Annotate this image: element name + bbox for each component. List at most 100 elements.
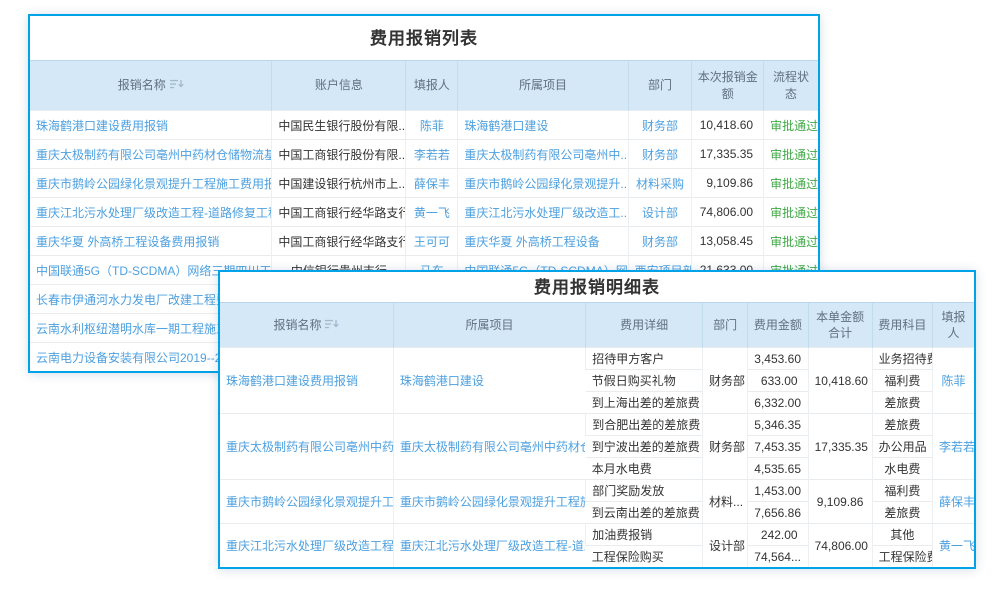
reporter-link[interactable]: 黄一飞 bbox=[406, 198, 458, 227]
status-badge[interactable]: 审批通过 bbox=[764, 227, 818, 256]
column-header: 所属项目 bbox=[393, 303, 585, 348]
project-link[interactable]: 重庆太极制药有限公司亳州中... bbox=[458, 140, 628, 169]
column-header-label: 所属项目 bbox=[519, 78, 567, 92]
column-header-label: 报销名称 bbox=[273, 318, 321, 332]
column-header: 所属项目 bbox=[458, 61, 628, 111]
sort-icon[interactable] bbox=[170, 79, 184, 90]
expense-amount-cell: 7,656.86 bbox=[748, 502, 808, 524]
reporter-link[interactable]: 陈菲 bbox=[932, 348, 974, 414]
table-row: 重庆市鹅岭公园绿化景观提升工程施工费用报销中国建设银行杭州市上...薛保丰重庆市… bbox=[30, 169, 818, 198]
expense-amount-cell: 74,564... bbox=[748, 546, 808, 568]
amount-cell: 74,806.00 bbox=[692, 198, 764, 227]
project-link[interactable]: 珠海鹤港口建设 bbox=[393, 348, 585, 414]
reporter-link[interactable]: 薛保丰 bbox=[406, 169, 458, 198]
reimbursement-name-link[interactable]: 重庆江北污水处理厂级改造工程- bbox=[220, 524, 393, 568]
account-info-cell: 中国工商银行股份有限... bbox=[272, 140, 406, 169]
column-header-label: 费用详细 bbox=[620, 318, 668, 332]
expense-detail-cell: 到云南出差的差旅费 bbox=[586, 502, 703, 524]
reporter-link[interactable]: 王可可 bbox=[406, 227, 458, 256]
account-info-cell: 中国工商银行经华路支行 bbox=[272, 198, 406, 227]
department-cell: 设计部 bbox=[703, 524, 748, 568]
project-link[interactable]: 重庆市鹅岭公园绿化景观提升... bbox=[458, 169, 628, 198]
project-link[interactable]: 重庆江北污水处理厂级改造工程-道路修复工 bbox=[393, 524, 585, 568]
amount-cell: 10,418.60 bbox=[692, 111, 764, 140]
sort-icon[interactable] bbox=[325, 319, 339, 330]
department-link[interactable]: 财务部 bbox=[628, 140, 692, 169]
department-cell: 财务部 bbox=[703, 414, 748, 480]
project-link[interactable]: 重庆华夏 外高桥工程设备 bbox=[458, 227, 628, 256]
column-header-label: 填报人 bbox=[414, 78, 450, 92]
department-link[interactable]: 材料采购 bbox=[628, 169, 692, 198]
expense-category-cell: 业务招待费 bbox=[872, 348, 932, 370]
total-amount-cell: 9,109.86 bbox=[808, 480, 872, 524]
reporter-link[interactable]: 李若若 bbox=[406, 140, 458, 169]
expense-category-cell: 差旅费 bbox=[872, 414, 932, 436]
reporter-link[interactable]: 薛保丰 bbox=[932, 480, 974, 524]
column-header-label: 填报人 bbox=[941, 310, 965, 340]
column-header: 本次报销金额 bbox=[692, 61, 764, 111]
column-header-label: 费用科目 bbox=[878, 318, 926, 332]
expense-amount-cell: 242.00 bbox=[748, 524, 808, 546]
expense-category-cell: 办公用品 bbox=[872, 436, 932, 458]
expense-amount-cell: 5,346.35 bbox=[748, 414, 808, 436]
expense-category-cell: 福利费 bbox=[872, 370, 932, 392]
column-header: 费用金额 bbox=[748, 303, 808, 348]
amount-cell: 17,335.35 bbox=[692, 140, 764, 169]
reimbursement-name-link[interactable]: 重庆华夏 外高桥工程设备费用报销 bbox=[30, 227, 272, 256]
column-header-label: 本次报销金额 bbox=[698, 70, 758, 100]
expense-category-cell: 差旅费 bbox=[872, 392, 932, 414]
expense-amount-cell: 7,453.35 bbox=[748, 436, 808, 458]
expense-detail-cell: 到合肥出差的差旅费 bbox=[586, 414, 703, 436]
column-header-label: 报销名称 bbox=[118, 78, 166, 92]
expense-detail-header: 报销名称所属项目费用详细部门费用金额本单金额合计费用科目填报人 bbox=[220, 303, 974, 348]
expense-category-cell: 其他 bbox=[872, 524, 932, 546]
expense-detail-cell: 节假日购买礼物 bbox=[586, 370, 703, 392]
column-header-label: 所属项目 bbox=[466, 318, 514, 332]
project-link[interactable]: 重庆市鹅岭公园绿化景观提升工程施工 bbox=[393, 480, 585, 524]
reimbursement-name-link[interactable]: 重庆太极制药有限公司亳州中药材仓储物流基地项... bbox=[30, 140, 272, 169]
expense-category-cell: 差旅费 bbox=[872, 502, 932, 524]
expense-list-header: 报销名称账户信息填报人所属项目部门本次报销金额流程状态 bbox=[30, 61, 818, 111]
column-header: 流程状态 bbox=[764, 61, 818, 111]
column-header-label: 费用金额 bbox=[754, 318, 802, 332]
expense-detail-table: 报销名称所属项目费用详细部门费用金额本单金额合计费用科目填报人 珠海鹤港口建设费… bbox=[220, 302, 974, 567]
expense-detail-title: 费用报销明细表 bbox=[220, 272, 974, 302]
column-header: 填报人 bbox=[406, 61, 458, 111]
column-header-label: 流程状态 bbox=[773, 70, 809, 100]
expense-amount-cell: 1,453.00 bbox=[748, 480, 808, 502]
status-badge[interactable]: 审批通过 bbox=[764, 111, 818, 140]
department-link[interactable]: 财务部 bbox=[628, 227, 692, 256]
column-header: 报销名称 bbox=[220, 303, 393, 348]
status-badge[interactable]: 审批通过 bbox=[764, 140, 818, 169]
reimbursement-name-link[interactable]: 珠海鹤港口建设费用报销 bbox=[30, 111, 272, 140]
expense-category-cell: 水电费 bbox=[872, 458, 932, 480]
reimbursement-name-link[interactable]: 重庆市鹅岭公园绿化景观提升工程 bbox=[220, 480, 393, 524]
column-header: 填报人 bbox=[932, 303, 974, 348]
reimbursement-name-link[interactable]: 重庆江北污水处理厂级改造工程-道路修复工程费用... bbox=[30, 198, 272, 227]
column-header: 账户信息 bbox=[272, 61, 406, 111]
reimbursement-name-link[interactable]: 重庆市鹅岭公园绿化景观提升工程施工费用报销 bbox=[30, 169, 272, 198]
expense-detail-cell: 工程保险购买 bbox=[586, 546, 703, 568]
status-badge[interactable]: 审批通过 bbox=[764, 198, 818, 227]
reporter-link[interactable]: 李若若 bbox=[932, 414, 974, 480]
reporter-link[interactable]: 黄一飞 bbox=[932, 524, 974, 568]
column-header: 报销名称 bbox=[30, 61, 272, 111]
department-link[interactable]: 设计部 bbox=[628, 198, 692, 227]
project-link[interactable]: 重庆太极制药有限公司亳州中药材仓储物流 bbox=[393, 414, 585, 480]
project-link[interactable]: 重庆江北污水处理厂级改造工... bbox=[458, 198, 628, 227]
status-badge[interactable]: 审批通过 bbox=[764, 169, 818, 198]
reimbursement-name-link[interactable]: 珠海鹤港口建设费用报销 bbox=[220, 348, 393, 414]
reimbursement-name-link[interactable]: 重庆太极制药有限公司亳州中药材 bbox=[220, 414, 393, 480]
expense-detail-table-card: 费用报销明细表 报销名称所属项目费用详细部门费用金额本单金额合计费用科目填报人 … bbox=[218, 270, 976, 569]
table-row: 重庆太极制药有限公司亳州中药材仓储物流基地项...中国工商银行股份有限...李若… bbox=[30, 140, 818, 169]
table-row: 珠海鹤港口建设费用报销珠海鹤港口建设招待甲方客户财务部3,453.6010,41… bbox=[220, 348, 974, 370]
expense-category-cell: 福利费 bbox=[872, 480, 932, 502]
table-row: 重庆江北污水处理厂级改造工程-道路修复工程费用...中国工商银行经华路支行黄一飞… bbox=[30, 198, 818, 227]
expense-amount-cell: 633.00 bbox=[748, 370, 808, 392]
table-row: 重庆华夏 外高桥工程设备费用报销中国工商银行经华路支行王可可重庆华夏 外高桥工程… bbox=[30, 227, 818, 256]
table-row: 珠海鹤港口建设费用报销中国民生银行股份有限...陈菲珠海鹤港口建设财务部10,4… bbox=[30, 111, 818, 140]
department-link[interactable]: 财务部 bbox=[628, 111, 692, 140]
reporter-link[interactable]: 陈菲 bbox=[406, 111, 458, 140]
column-header-label: 部门 bbox=[713, 318, 737, 332]
project-link[interactable]: 珠海鹤港口建设 bbox=[458, 111, 628, 140]
